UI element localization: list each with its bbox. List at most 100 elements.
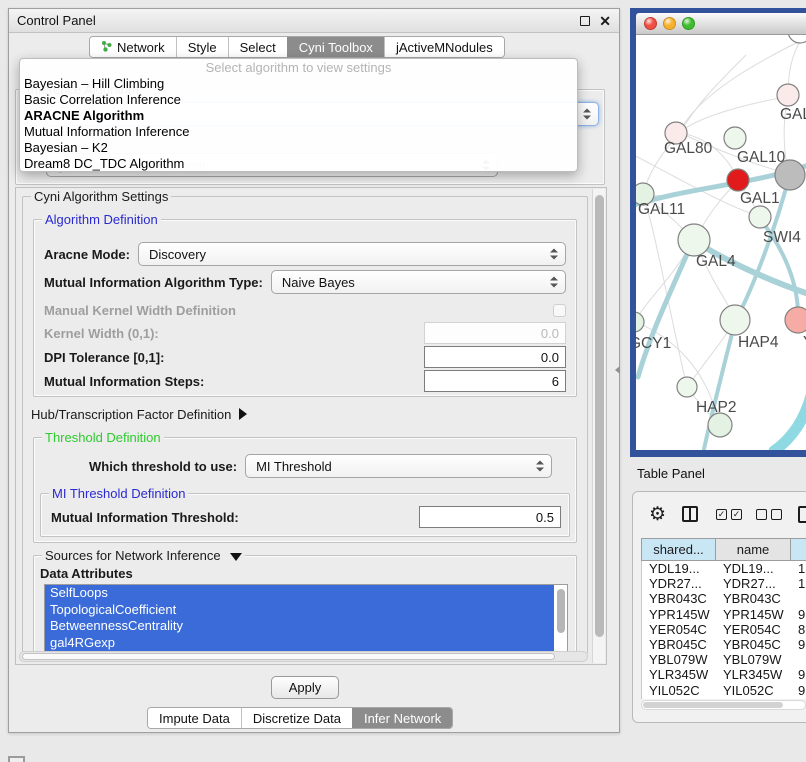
network-node-label: HAP4 bbox=[738, 334, 779, 351]
algorithm-option[interactable]: Bayesian – Hill Climbing bbox=[20, 76, 577, 92]
combo-stepper-icon bbox=[536, 461, 544, 472]
network-node[interactable] bbox=[777, 84, 799, 106]
network-node-label: GAL11 bbox=[638, 201, 685, 218]
tab-network[interactable]: Network bbox=[90, 37, 176, 57]
algorithm-option[interactable]: Bayesian – K2 bbox=[20, 140, 577, 156]
hub-definition-toggle[interactable]: Hub/Transcription Factor Definition bbox=[31, 405, 247, 423]
tab-select[interactable]: Select bbox=[228, 37, 287, 57]
dropdown-prompt: Select algorithm to view settings bbox=[20, 60, 577, 76]
network-node-label: GAL10 bbox=[737, 149, 786, 166]
mi-steps-field[interactable]: 6 bbox=[424, 370, 566, 392]
mi-type-combo[interactable]: Naive Bayes bbox=[271, 270, 566, 294]
aracne-mode-combo[interactable]: Discovery bbox=[138, 242, 566, 266]
deselect-checkbox-icon[interactable] bbox=[771, 509, 782, 520]
table-body: YDL19... YDL19... 13 YDR27... YDR27... 1… bbox=[641, 561, 806, 699]
table-row[interactable]: YLR345W YLR345W 9. bbox=[642, 667, 806, 682]
gear-icon[interactable]: ⚙ bbox=[649, 503, 666, 526]
network-node[interactable] bbox=[749, 206, 771, 228]
node-table: shared... name A YDL19... YDL19... 13 YD… bbox=[641, 538, 806, 699]
algorithm-option[interactable]: Mutual Information Inference bbox=[20, 124, 577, 140]
minimize-window-icon[interactable] bbox=[663, 17, 676, 30]
network-view-window: GALGAL80GAL10GAL1GAL11SWI4GAL4GCY1HAP4YH… bbox=[630, 8, 806, 457]
column-header[interactable]: A bbox=[791, 539, 806, 560]
algorithm-option[interactable]: ARACNE Algorithm bbox=[20, 108, 577, 124]
table-row[interactable]: YER054C YER054C 8. bbox=[642, 622, 806, 637]
column-layout-icon[interactable] bbox=[682, 506, 698, 522]
apply-button[interactable]: Apply bbox=[271, 676, 339, 699]
panel-title: Control Panel bbox=[17, 13, 580, 28]
sources-group: Sources for Network Inference Data Attri… bbox=[33, 555, 577, 655]
network-node-label: SWI4 bbox=[763, 229, 801, 246]
table-row[interactable]: YIL052C YIL052C 9. bbox=[642, 683, 806, 698]
network-node[interactable] bbox=[720, 305, 750, 335]
network-node-label: GAL bbox=[780, 106, 806, 123]
panel-splitter-handle[interactable] bbox=[615, 366, 620, 374]
network-node[interactable] bbox=[724, 127, 746, 149]
collapsed-panel-icon[interactable] bbox=[8, 756, 25, 762]
group-title: MI Threshold Definition bbox=[49, 486, 188, 501]
select-all-checkbox-icon[interactable]: ✓ bbox=[716, 509, 727, 520]
network-node[interactable] bbox=[636, 312, 644, 332]
dpi-tolerance-field[interactable]: 0.0 bbox=[424, 346, 566, 368]
list-vertical-scrollbar[interactable] bbox=[557, 589, 565, 633]
network-node[interactable] bbox=[727, 169, 749, 191]
algorithm-dropdown-popup: Select algorithm to view settings Bayesi… bbox=[19, 58, 578, 172]
table-row[interactable]: YBR045C YBR045C 9. bbox=[642, 637, 806, 652]
tab-cyni-toolbox[interactable]: Cyni Toolbox bbox=[287, 37, 384, 57]
cyni-settings-group: Cyni Algorithm Settings Algorithm Defini… bbox=[22, 196, 588, 654]
new-table-icon[interactable] bbox=[798, 506, 806, 523]
tab-discretize-data[interactable]: Discretize Data bbox=[241, 708, 352, 728]
manual-kernel-checkbox bbox=[553, 304, 566, 317]
tab-label: jActiveMNodules bbox=[396, 40, 493, 55]
algorithm-option[interactable]: Basic Correlation Inference bbox=[20, 92, 577, 108]
combo-value: MI Threshold bbox=[256, 459, 332, 474]
tab-label: Select bbox=[240, 40, 276, 55]
float-panel-icon[interactable] bbox=[580, 16, 590, 26]
tab-infer-network[interactable]: Infer Network bbox=[352, 708, 452, 728]
column-header[interactable]: shared... bbox=[642, 539, 716, 560]
network-node[interactable] bbox=[788, 35, 806, 43]
column-header[interactable]: name bbox=[716, 539, 791, 560]
tab-label: Style bbox=[188, 40, 217, 55]
settings-vertical-scrollbar[interactable] bbox=[592, 189, 605, 663]
table-horizontal-scrollbar[interactable] bbox=[641, 700, 806, 710]
mi-threshold-field[interactable]: 0.5 bbox=[419, 506, 561, 528]
list-item[interactable]: gal4RGexp bbox=[45, 635, 554, 652]
mi-steps-label: Mutual Information Steps: bbox=[44, 374, 204, 389]
table-row[interactable]: YBR043C YBR043C bbox=[642, 591, 806, 606]
network-node[interactable] bbox=[785, 307, 806, 333]
control-panel-window: Control Panel ✕ Network Style Select Cyn… bbox=[8, 8, 620, 733]
table-row[interactable]: YBL079W YBL079W bbox=[642, 652, 806, 667]
mi-threshold-group: MI Threshold Definition Mutual Informati… bbox=[40, 493, 570, 537]
tab-style[interactable]: Style bbox=[176, 37, 228, 57]
list-item[interactable]: SelfLoops bbox=[45, 585, 554, 602]
settings-horizontal-scrollbar[interactable] bbox=[19, 651, 588, 662]
table-row[interactable]: YDL19... YDL19... 13 bbox=[642, 561, 806, 576]
network-node[interactable] bbox=[678, 224, 710, 256]
select-all-checkbox-icon[interactable]: ✓ bbox=[731, 509, 742, 520]
tab-jactivemnodules[interactable]: jActiveMNodules bbox=[384, 37, 504, 57]
table-row[interactable]: YPR145W YPR145W 9. bbox=[642, 607, 806, 622]
network-node[interactable] bbox=[708, 413, 732, 437]
network-node[interactable] bbox=[677, 377, 697, 397]
group-title: Cyni Algorithm Settings bbox=[31, 189, 171, 204]
deselect-checkbox-icon[interactable] bbox=[756, 509, 767, 520]
manual-kernel-label: Manual Kernel Width Definition bbox=[44, 303, 236, 318]
application-root: Control Panel ✕ Network Style Select Cyn… bbox=[0, 0, 806, 762]
network-canvas[interactable]: GALGAL80GAL10GAL1GAL11SWI4GAL4GCY1HAP4YH… bbox=[636, 35, 806, 450]
control-panel-titlebar: Control Panel ✕ bbox=[9, 9, 619, 33]
mi-threshold-label: Mutual Information Threshold: bbox=[51, 510, 239, 525]
table-panel-title: Table Panel bbox=[637, 466, 705, 481]
list-item[interactable]: TopologicalCoefficient bbox=[45, 602, 554, 619]
network-node[interactable] bbox=[775, 160, 805, 190]
tab-impute-data[interactable]: Impute Data bbox=[148, 708, 241, 728]
which-threshold-combo[interactable]: MI Threshold bbox=[245, 454, 552, 478]
sources-toggle[interactable]: Sources for Network Inference bbox=[42, 548, 245, 563]
close-panel-icon[interactable]: ✕ bbox=[599, 16, 611, 26]
close-window-icon[interactable] bbox=[644, 17, 657, 30]
zoom-window-icon[interactable] bbox=[682, 17, 695, 30]
list-item[interactable]: BetweennessCentrality bbox=[45, 618, 554, 635]
hub-definition-label: Hub/Transcription Factor Definition bbox=[31, 407, 231, 422]
algorithm-option[interactable]: Dream8 DC_TDC Algorithm bbox=[20, 156, 577, 172]
table-row[interactable]: YDR27... YDR27... 12 bbox=[642, 576, 806, 591]
